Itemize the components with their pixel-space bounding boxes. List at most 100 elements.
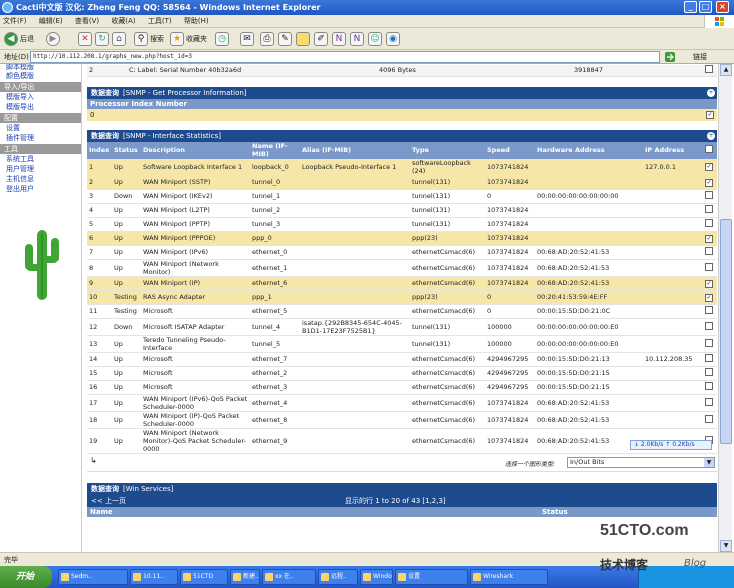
row-checkbox[interactable] [705, 382, 713, 390]
taskbar-item[interactable]: Wireshark [470, 569, 548, 585]
taskbar-item[interactable]: xx 在.. [262, 569, 316, 585]
row-checkbox[interactable] [705, 321, 713, 330]
graph-type-select[interactable]: In/Out Bits ▼ [567, 456, 715, 468]
scroll-up-icon[interactable]: ▲ [720, 64, 732, 76]
menu-edit[interactable]: 编辑(E) [39, 17, 63, 25]
col-service-name[interactable]: Name [90, 508, 113, 516]
vertical-scrollbar[interactable]: ▲ ▼ [718, 64, 732, 552]
row-checkbox[interactable]: ✓ [705, 279, 713, 288]
onenote2-button[interactable]: N [350, 31, 364, 47]
home-button[interactable]: ⌂ [112, 31, 126, 47]
minimize-button[interactable]: _ [684, 1, 697, 13]
taskbar-item[interactable]: 51CTO [180, 569, 228, 585]
sidebar-item-settings[interactable]: 设置 [0, 123, 81, 133]
row-checkbox[interactable] [705, 247, 713, 255]
links-label[interactable]: 链接 [693, 50, 707, 64]
mail-button[interactable]: ✉ [240, 31, 254, 47]
menu-tools[interactable]: 工具(T) [148, 17, 172, 25]
edit-button[interactable]: ✎ [278, 31, 292, 47]
maximize-button[interactable]: □ [699, 1, 712, 13]
back-button[interactable]: ◀ 后退 [4, 31, 34, 47]
col-name[interactable]: Name (IF-MIB) [250, 141, 300, 159]
row-checkbox[interactable]: ✓ [705, 293, 713, 302]
start-button[interactable]: 开始 [0, 566, 52, 588]
messenger-button[interactable]: ☺ [368, 31, 382, 47]
col-speed[interactable]: Speed [485, 141, 535, 159]
interface-row[interactable]: 4 Up WAN Miniport (L2TP) tunnel_2 tunnel(131… [87, 203, 717, 218]
menu-favorites[interactable]: 收藏(A) [111, 17, 135, 25]
row-checkbox[interactable]: ✓ [705, 234, 713, 243]
interface-row[interactable]: 19 Up WAN Miniport (Network Monitor)-QoS P… [87, 428, 717, 454]
interface-row[interactable]: 17 Up WAN Miniport (IPv6)-QoS Packet Sched… [87, 394, 717, 412]
interface-row[interactable]: 5 Up WAN Miniport (PPTP) tunnel_3 tunnel(131… [87, 217, 717, 232]
history-button[interactable]: ◷ [215, 31, 229, 47]
row-checkbox[interactable] [705, 338, 713, 347]
menu-help[interactable]: 帮助(H) [184, 17, 209, 25]
col-index[interactable]: Index [87, 141, 112, 159]
row-checkbox[interactable]: ✓ [705, 163, 713, 171]
row-checkbox[interactable] [705, 397, 713, 406]
interface-row[interactable]: 14 Up Microsoft ethernet_7 ethernetCsmacd(6)… [87, 352, 717, 367]
menu-file[interactable]: 文件(F) [3, 17, 27, 25]
taskbar-item[interactable]: Windo.. [360, 569, 393, 585]
interface-row[interactable]: 6 Up WAN Miniport (PPPOE) ppp_0 ppp(23) 10737… [87, 231, 717, 246]
close-button[interactable]: × [716, 1, 729, 13]
qq-button[interactable]: ◉ [386, 31, 400, 47]
row-checkbox[interactable] [705, 219, 713, 227]
add-icon[interactable]: + [707, 131, 715, 140]
row-checkbox[interactable] [705, 354, 713, 362]
refresh-button[interactable]: ↻ [95, 31, 109, 47]
interface-row[interactable]: 7 Up WAN Miniport (IPv6) ethernet_0 ethernet… [87, 245, 717, 260]
sidebar-item-host-info[interactable]: 主机信息 [0, 174, 81, 184]
interface-row[interactable]: 2 Up WAN Miniport (SSTP) tunnel_0 tunnel(131… [87, 175, 717, 190]
row-checkbox[interactable]: ✓ [705, 178, 713, 187]
interface-row[interactable]: 16 Up Microsoft ethernet_3 ethernetCsmacd(6)… [87, 380, 717, 395]
col-status[interactable]: Status [112, 141, 141, 159]
stop-button[interactable]: ✕ [78, 31, 92, 47]
col-type[interactable]: Type [410, 141, 485, 159]
menu-view[interactable]: 查看(V) [75, 17, 99, 25]
address-input[interactable]: http://10.112.208.1/graphs_new.php?host_… [30, 51, 660, 63]
forward-button[interactable]: ▶ [46, 31, 60, 47]
scrollbar-thumb[interactable] [720, 219, 732, 444]
taskbar-item[interactable]: Sedm.. [58, 569, 128, 585]
taskbar-item[interactable]: 10.11.. [130, 569, 178, 585]
row-checkbox[interactable] [705, 262, 713, 271]
interface-row[interactable]: 13 Up Teredo Tunneling Pseudo-Interface tun… [87, 335, 717, 353]
search-button[interactable]: ⚲ 搜索 [134, 31, 164, 47]
interface-row[interactable]: 12 Down Microsoft ISATAP Adapter tunnel_4 is… [87, 318, 717, 336]
row-checkbox[interactable] [705, 306, 713, 314]
row-checkbox[interactable] [705, 414, 713, 423]
interface-row[interactable]: 18 Up WAN Miniport (IP)-QoS Packet Schedul… [87, 411, 717, 429]
col-alias[interactable]: Alias (IF-MIB) [300, 141, 410, 159]
interface-row[interactable]: 11 Testing Microsoft ethernet_5 ethernetCsma… [87, 304, 717, 319]
onenote-button[interactable]: N [332, 31, 346, 47]
row-checkbox[interactable] [705, 205, 713, 213]
sidebar-item-logout[interactable]: 登出用户 [0, 184, 81, 194]
sidebar-item-template-export[interactable]: 模版导出 [0, 102, 81, 112]
taskbar-item[interactable]: 设置 [395, 569, 468, 585]
interface-row[interactable]: 3 Down WAN Miniport (IKEv2) tunnel_1 tunnel(… [87, 189, 717, 204]
folder-button[interactable] [296, 31, 310, 47]
sidebar-item-color-templates[interactable]: 颜色模版 [0, 71, 81, 81]
interface-row[interactable]: 9 Up WAN Miniport (IP) ethernet_6 ethernetCs… [87, 276, 717, 291]
select-all-checkbox[interactable] [705, 145, 713, 153]
col-hardware-address[interactable]: Hardware Address [535, 141, 643, 159]
col-description[interactable]: Description [141, 141, 250, 159]
print-button[interactable]: ⎙ [260, 31, 274, 47]
row-checkbox[interactable] [705, 191, 713, 199]
sidebar-item[interactable]: 脚本模版 [0, 64, 81, 71]
favorites-button[interactable]: ★ 收藏夹 [170, 31, 207, 47]
sidebar-item-template-import[interactable]: 模版导入 [0, 92, 81, 102]
col-ip-address[interactable]: IP Address [643, 141, 703, 159]
taskbar-item[interactable]: 新建.. [230, 569, 260, 585]
interface-row[interactable]: 15 Up Microsoft ethernet_2 ethernetCsmacd(6)… [87, 366, 717, 381]
sidebar-item-system-tools[interactable]: 系统工具 [0, 154, 81, 164]
sidebar-item-plugins[interactable]: 插件管理 [0, 133, 81, 143]
go-button[interactable] [664, 51, 688, 63]
row-checkbox[interactable] [705, 368, 713, 376]
sidebar-item-user-management[interactable]: 用户管理 [0, 164, 81, 174]
pencil-button[interactable]: ✐ [314, 31, 328, 47]
col-service-status[interactable]: Status [542, 507, 568, 517]
partition-checkbox[interactable] [705, 65, 713, 74]
